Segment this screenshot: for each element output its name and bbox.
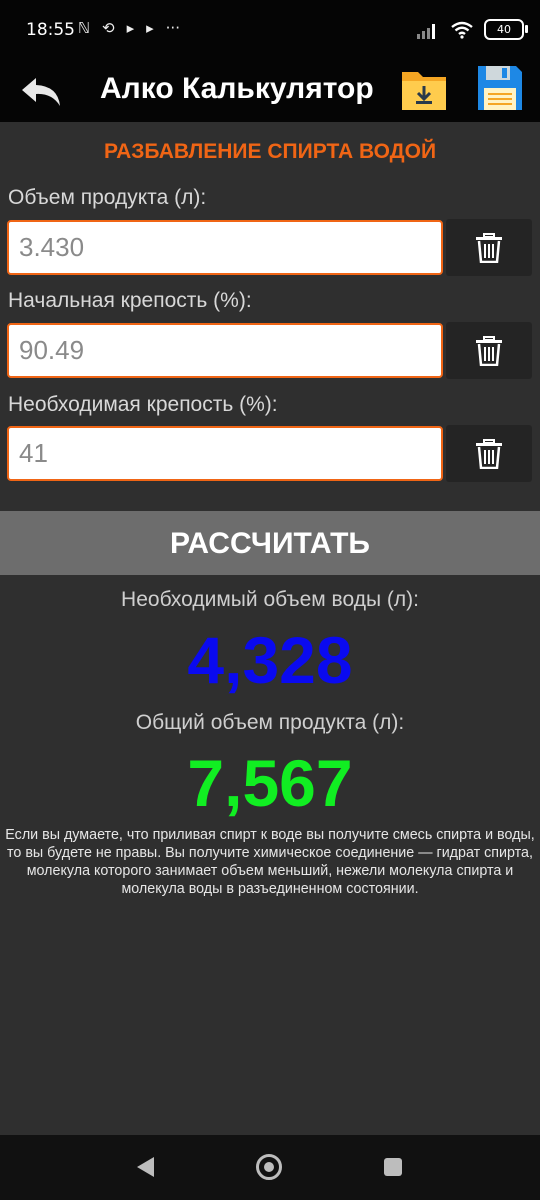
trash-icon	[476, 438, 502, 469]
signal-icon	[417, 23, 435, 39]
initial-strength-label: Начальная крепость (%):	[8, 289, 252, 312]
clear-initial-strength-button[interactable]	[446, 322, 532, 379]
sync-icon: ⟲	[102, 19, 115, 37]
play-icon: ▸	[126, 19, 135, 37]
clear-volume-button[interactable]	[446, 219, 532, 276]
water-volume-value: 4,328	[187, 623, 353, 697]
volume-input[interactable]	[7, 220, 443, 275]
battery-icon: 40	[484, 19, 528, 40]
water-volume-label: Необходимый объем воды (л):	[121, 588, 419, 611]
back-button[interactable]	[18, 68, 66, 116]
nav-recent-icon[interactable]	[384, 1158, 402, 1176]
nav-back-icon[interactable]	[134, 1155, 156, 1179]
folder-download-icon	[402, 72, 446, 110]
app-bar: Алко Калькулятор	[0, 60, 540, 122]
notification-icons: ℕ ⟲ ▸ ▸ ···	[78, 19, 180, 37]
nav-home-icon[interactable]	[256, 1154, 282, 1180]
more-icon: ···	[165, 19, 180, 37]
nfc-icon: ℕ	[78, 19, 91, 37]
info-note: Если вы думаете, что приливая спирт к во…	[5, 827, 535, 897]
save-button[interactable]	[474, 62, 526, 114]
screen: 18:55 ℕ ⟲ ▸ ▸ ··· 40 Алко Калькулятор РА…	[0, 0, 540, 1200]
clear-target-strength-button[interactable]	[446, 425, 532, 482]
target-strength-label: Необходимая крепость (%):	[8, 393, 278, 416]
app-title: Алко Калькулятор	[100, 72, 374, 105]
initial-strength-input[interactable]	[7, 323, 443, 378]
nav-bar	[0, 1135, 540, 1200]
calculate-button[interactable]: РАССЧИТАТЬ	[0, 511, 540, 575]
status-time: 18:55	[26, 20, 75, 40]
trash-icon	[476, 232, 502, 263]
load-button[interactable]	[398, 64, 450, 114]
play-icon: ▸	[146, 19, 154, 37]
trash-icon	[476, 335, 502, 366]
volume-label: Объем продукта (л):	[8, 186, 207, 209]
section-title: РАЗБАВЛЕНИЕ СПИРТА ВОДОЙ	[103, 140, 437, 163]
back-arrow-icon	[22, 78, 60, 106]
status-bar: 18:55 ℕ ⟲ ▸ ▸ ··· 40	[0, 0, 540, 60]
total-volume-label: Общий объем продукта (л):	[135, 711, 405, 734]
floppy-disk-icon	[478, 66, 522, 110]
status-right: 40	[416, 19, 528, 40]
total-volume-value: 7,567	[187, 746, 353, 820]
target-strength-input[interactable]	[7, 426, 443, 481]
wifi-icon	[451, 21, 473, 39]
